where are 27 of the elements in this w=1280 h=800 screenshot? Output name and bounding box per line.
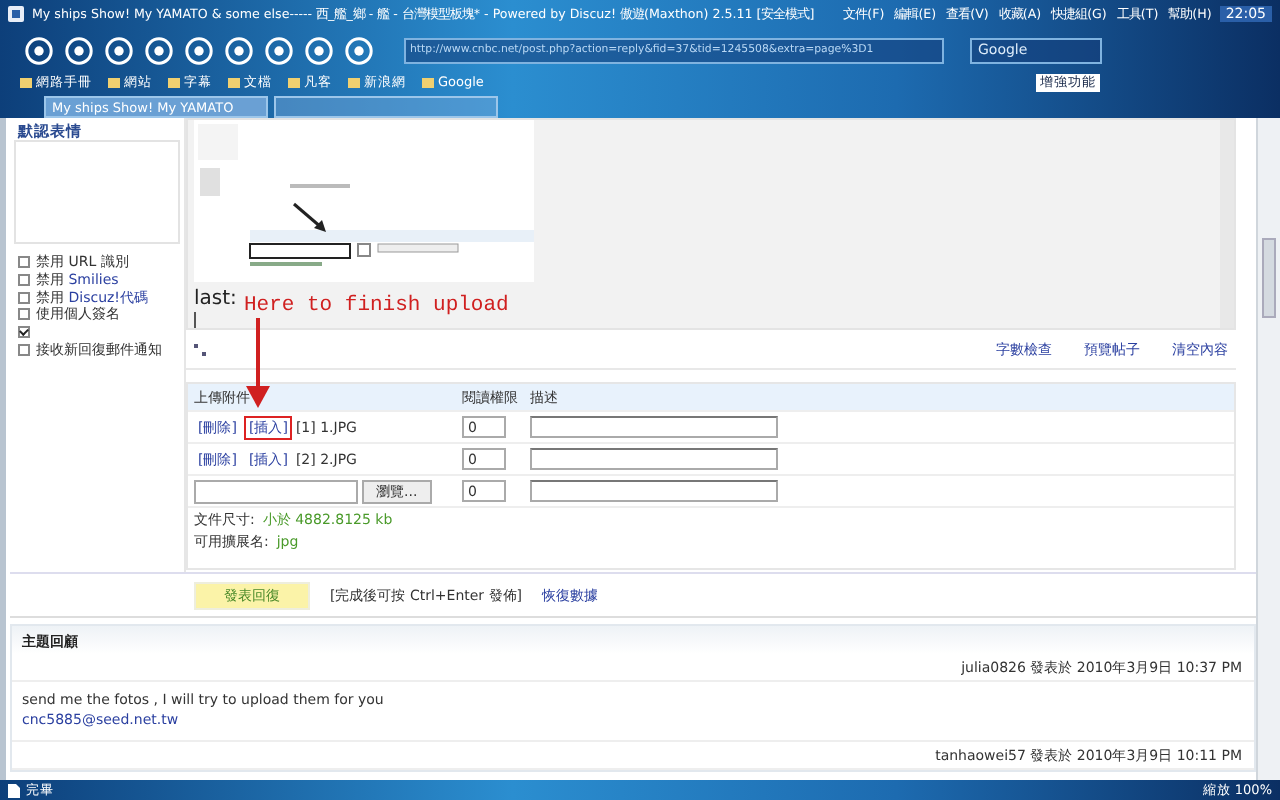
checkbox[interactable] — [18, 256, 30, 269]
toolbar-button-icon[interactable] — [184, 35, 214, 65]
toolbar-button-icon[interactable] — [344, 35, 374, 65]
checkbox[interactable] — [18, 274, 30, 287]
toolbar-button-icon[interactable] — [304, 35, 334, 65]
toolbar-button-icon[interactable] — [24, 35, 54, 65]
editor-text: last: — [194, 288, 237, 310]
description-field[interactable] — [530, 416, 778, 438]
scrollbar[interactable] — [1256, 118, 1280, 780]
annotation-text: Here to finish upload — [240, 294, 513, 318]
file-field[interactable] — [194, 479, 358, 503]
arrow — [246, 318, 270, 408]
toolbar-button-icon[interactable] — [264, 35, 294, 65]
toolbar-button-icon[interactable] — [144, 35, 174, 65]
toolbar-button-icon[interactable] — [104, 35, 134, 65]
resize-icon[interactable] — [194, 343, 206, 355]
editor-scrollbar[interactable] — [1220, 120, 1234, 328]
app-icon — [8, 6, 24, 22]
description-field[interactable] — [530, 448, 778, 470]
description-field[interactable] — [530, 480, 778, 502]
checkbox[interactable] — [18, 291, 30, 304]
checkbox[interactable] — [18, 308, 30, 321]
page-icon — [8, 783, 20, 797]
checkbox[interactable] — [18, 343, 30, 356]
checkbox[interactable] — [18, 326, 30, 339]
toolbar-button-icon[interactable] — [224, 35, 254, 65]
toolbar-button-icon[interactable] — [64, 35, 94, 65]
